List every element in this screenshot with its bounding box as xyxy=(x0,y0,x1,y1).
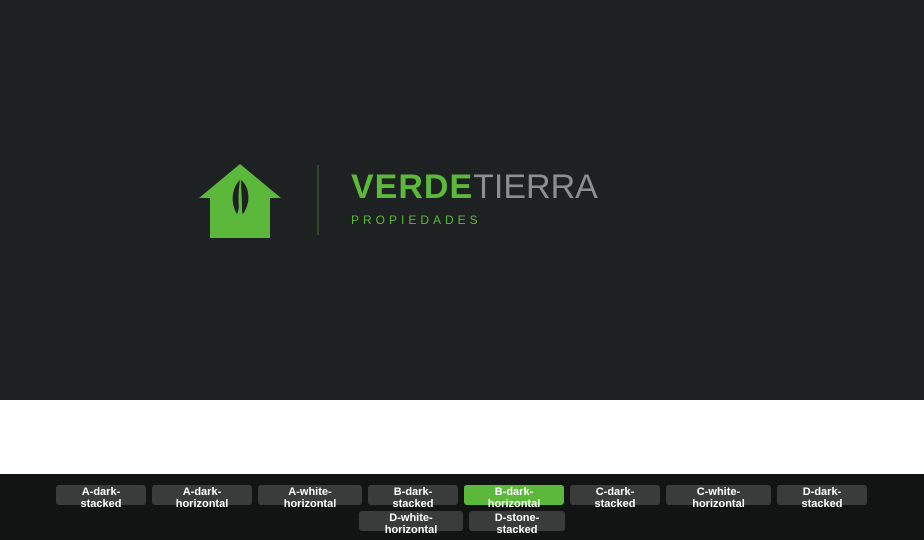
variant-toolbar: A-dark- stacked A-dark- horizontal A-whi… xyxy=(0,474,924,540)
variant-label-line2: horizontal xyxy=(283,498,337,510)
variant-label-line1: A-dark- xyxy=(81,486,121,498)
brand-name-primary: VERDE xyxy=(351,168,474,206)
brand-wordmark: VERDETIERRA xyxy=(351,170,598,204)
variant-button-b-dark-stacked[interactable]: B-dark- stacked xyxy=(368,485,458,510)
variant-label-line1: C-dark- xyxy=(595,486,635,498)
variant-button-b-dark-horizontal[interactable]: B-dark- horizontal xyxy=(464,485,564,510)
variant-button-c-dark-stacked[interactable]: C-dark- stacked xyxy=(570,485,660,510)
logo-divider xyxy=(317,165,319,235)
variant-button-d-stone-stacked[interactable]: D-stone- stacked xyxy=(469,511,565,536)
variant-button-a-dark-stacked[interactable]: A-dark- stacked xyxy=(56,485,146,510)
variant-label-line1: C-white- xyxy=(696,486,741,498)
variant-label-line2: horizontal xyxy=(384,524,438,536)
variant-label-line2: horizontal xyxy=(175,498,229,510)
variant-label-line1: D-white- xyxy=(389,512,433,524)
variant-button-d-white-horizontal[interactable]: D-white- horizontal xyxy=(359,511,463,536)
variant-label-line2: stacked xyxy=(801,498,843,510)
variant-label-line1: B-dark- xyxy=(393,486,433,498)
variant-label-line1: A-dark- xyxy=(182,486,222,498)
variant-label-line2: stacked xyxy=(594,498,636,510)
variant-label-line2: stacked xyxy=(392,498,434,510)
variant-button-c-white-horizontal[interactable]: C-white- horizontal xyxy=(666,485,771,510)
variant-button-a-white-horizontal[interactable]: A-white- horizontal xyxy=(258,485,362,510)
variant-label-line1: D-dark- xyxy=(802,486,842,498)
variant-label-line1: A-white- xyxy=(288,486,332,498)
variant-label-line2: horizontal xyxy=(487,498,541,510)
house-with-leaf-icon xyxy=(199,164,281,238)
variant-button-d-dark-stacked[interactable]: D-dark- stacked xyxy=(777,485,867,510)
variant-label-line1: D-stone- xyxy=(494,512,540,524)
variant-label-line2: horizontal xyxy=(692,498,745,510)
variant-button-a-dark-horizontal[interactable]: A-dark- horizontal xyxy=(152,485,252,510)
variant-label-line2: stacked xyxy=(496,524,538,536)
brand-name-secondary: TIERRA xyxy=(473,168,598,206)
variant-label-line1: B-dark- xyxy=(494,486,534,498)
variant-label-line2: stacked xyxy=(80,498,122,510)
blank-area xyxy=(0,400,924,474)
brand-tagline: PROPIEDADES xyxy=(351,213,482,227)
logo-preview-stage: VERDETIERRA PROPIEDADES xyxy=(0,0,924,400)
